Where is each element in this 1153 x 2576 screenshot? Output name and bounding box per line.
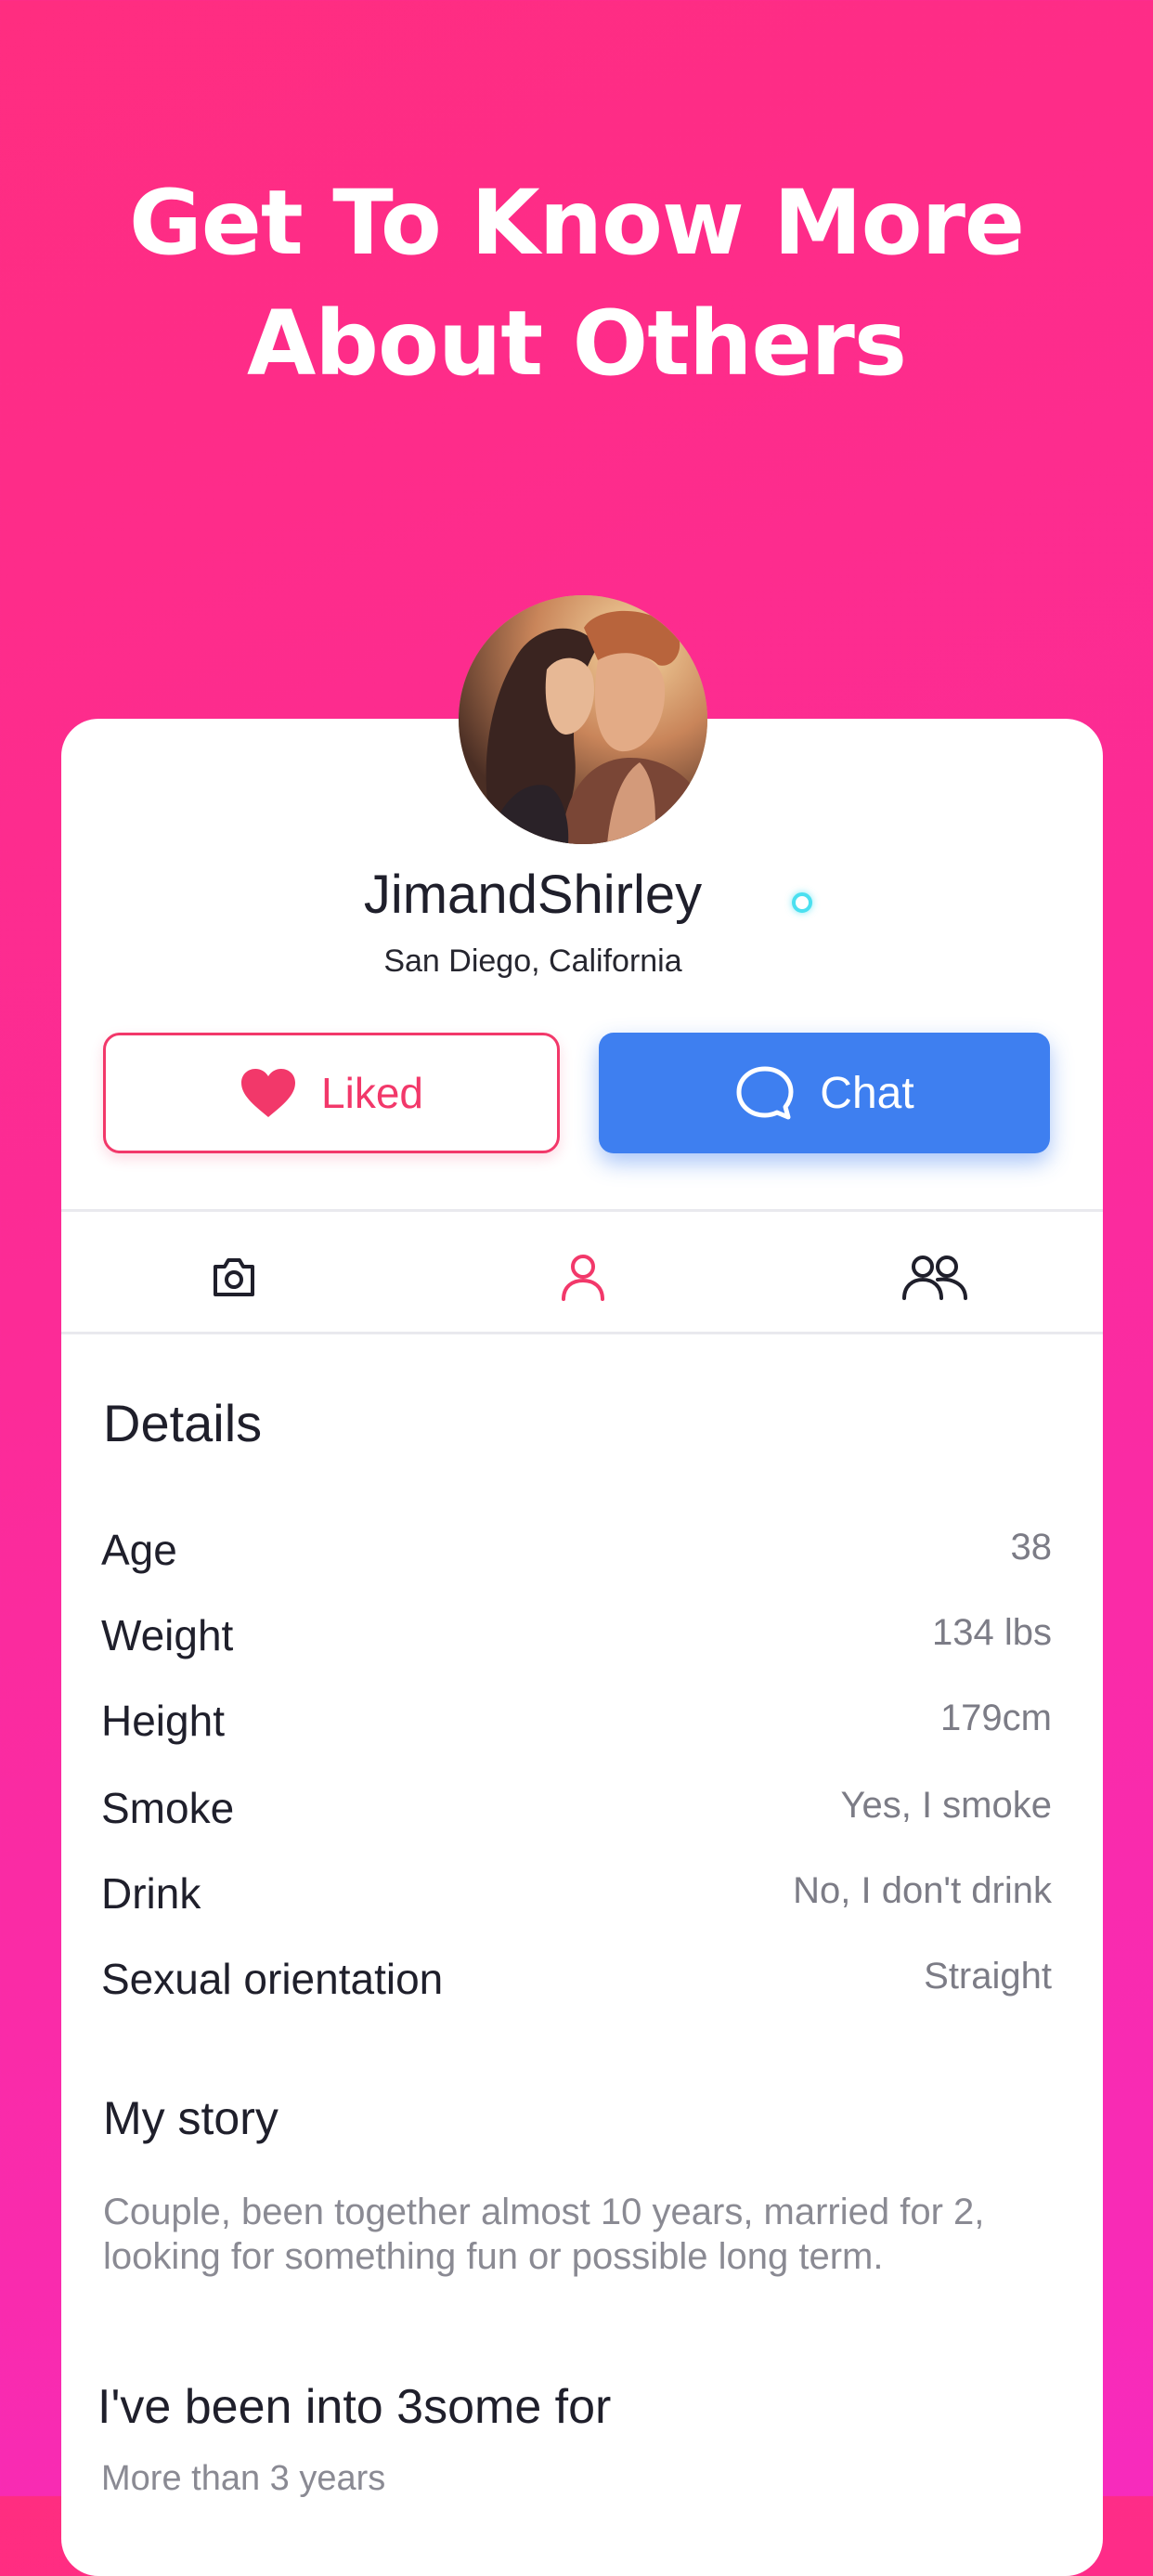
detail-label: Height: [101, 1697, 225, 1745]
detail-value: 38: [1010, 1527, 1053, 1568]
detail-value: No, I don't drink: [793, 1870, 1052, 1911]
chat-button[interactable]: Chat: [599, 1033, 1050, 1153]
detail-row-smoke: Smoke Yes, I smoke: [101, 1783, 1052, 1839]
story-text: Couple, been together almost 10 years, m…: [103, 2192, 985, 2277]
tab-photos[interactable]: [206, 1242, 262, 1311]
person-icon: [562, 1255, 604, 1301]
online-indicator: [792, 892, 812, 913]
avatar-photo: [459, 595, 707, 844]
detail-row-drink: Drink No, I don't drink: [101, 1868, 1052, 1924]
heart-icon: [240, 1067, 297, 1119]
detail-value: Straight: [924, 1956, 1052, 1997]
liked-button[interactable]: Liked: [103, 1033, 560, 1153]
divider-top: [61, 1209, 1103, 1212]
headline-line-2: About Others: [246, 292, 907, 396]
liked-label: Liked: [321, 1069, 423, 1117]
divider-tabs: [61, 1332, 1103, 1334]
detail-label: Drink: [101, 1869, 201, 1918]
detail-value: 179cm: [939, 1698, 1052, 1738]
profile-location: San Diego, California: [383, 943, 682, 979]
experience-question: I've been into 3some for: [97, 2380, 612, 2434]
detail-label: Smoke: [101, 1784, 235, 1832]
detail-value: Yes, I smoke: [840, 1785, 1052, 1826]
experience-answer: More than 3 years: [101, 2459, 386, 2498]
tab-profile[interactable]: [555, 1242, 611, 1311]
tab-friends[interactable]: [900, 1242, 969, 1311]
chat-label: Chat: [820, 1068, 914, 1118]
detail-row-age: Age 38: [101, 1525, 1052, 1581]
group-icon: [902, 1255, 967, 1300]
headline: Get To Know More About Others: [0, 163, 1153, 404]
detail-row-weight: Weight 134 lbs: [101, 1610, 1052, 1666]
details-title: Details: [103, 1394, 263, 1452]
detail-label: Sexual orientation: [101, 1955, 444, 2003]
detail-row-orientation: Sexual orientation Straight: [101, 1954, 1052, 2010]
chat-bubble-icon: [734, 1064, 796, 1122]
detail-label: Age: [101, 1526, 177, 1574]
detail-row-height: Height 179cm: [101, 1696, 1052, 1751]
profile-name: JimandShirley: [363, 865, 703, 925]
headline-line-1: Get To Know More: [128, 171, 1025, 275]
avatar[interactable]: [459, 595, 707, 844]
camera-icon: [214, 1258, 254, 1296]
detail-value: 134 lbs: [932, 1612, 1052, 1653]
detail-label: Weight: [101, 1611, 234, 1659]
story-title: My story: [103, 2092, 279, 2144]
